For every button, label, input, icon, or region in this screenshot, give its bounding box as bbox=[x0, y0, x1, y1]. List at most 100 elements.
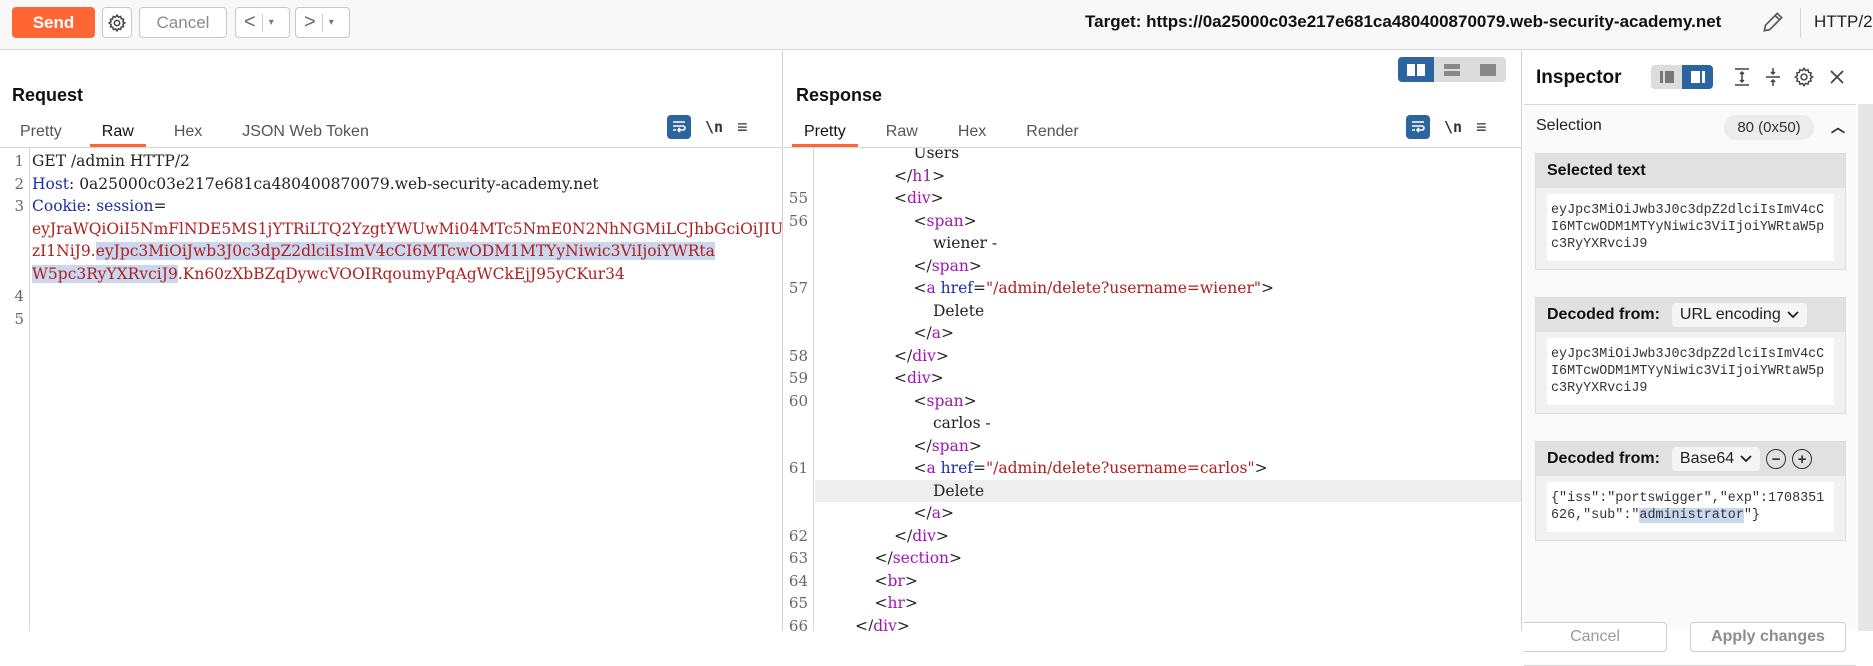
apply-changes-button[interactable]: Apply changes bbox=[1690, 622, 1846, 652]
tab-json-web-token[interactable]: JSON Web Token bbox=[222, 117, 389, 147]
back-button[interactable]: < ▾ bbox=[235, 7, 290, 38]
response-editor[interactable]: Users </h1> 55 <div> 56 <span> wiener - </span>… bbox=[784, 148, 1521, 631]
code-line[interactable]: 55 <div> bbox=[784, 187, 1521, 210]
code-line[interactable]: eyJraWQiOiI5NmFlNDE5MS1jYTRiLTQ2YzgtYWUw… bbox=[0, 218, 782, 241]
tab-pretty[interactable]: Pretty bbox=[0, 117, 82, 147]
line-number: 58 bbox=[788, 346, 808, 365]
inspector-dock-right-button[interactable] bbox=[1682, 65, 1713, 89]
code-line[interactable]: </a> bbox=[784, 322, 1521, 345]
decoded-url-value[interactable]: eyJpc3MiOiJwb3J0c3dpZ2dlciIsImV4cCI6MTcw… bbox=[1547, 338, 1834, 405]
code-line[interactable]: 4 bbox=[0, 285, 782, 308]
code-token: > bbox=[896, 616, 910, 632]
back-icon: < bbox=[244, 11, 256, 33]
code-line[interactable]: Delete bbox=[784, 300, 1521, 323]
code-line[interactable]: 57 <a href="/admin/delete?username=wiener… bbox=[784, 277, 1521, 300]
add-decoding-button[interactable]: + bbox=[1792, 449, 1813, 469]
code-token: </ bbox=[894, 346, 913, 365]
protocol-selector[interactable]: HTTP/2 bbox=[1814, 12, 1873, 32]
code-text: </span> bbox=[914, 255, 982, 278]
response-title: Response bbox=[796, 85, 883, 105]
code-line[interactable]: 59 <div> bbox=[784, 367, 1521, 390]
code-line[interactable]: 58 </div> bbox=[784, 345, 1521, 368]
inspector-scrollbar[interactable] bbox=[1858, 104, 1873, 631]
request-tabs: Pretty Raw Hex JSON Web Token bbox=[0, 117, 389, 147]
code-line[interactable]: carlos - bbox=[784, 412, 1521, 435]
tab-hex[interactable]: Hex bbox=[938, 117, 1006, 147]
inspector-layout-toggle bbox=[1651, 65, 1713, 89]
back-history-dropdown-icon[interactable]: ▾ bbox=[269, 17, 274, 28]
code-token: carlos - bbox=[933, 414, 991, 432]
code-line[interactable]: 65 <hr> bbox=[784, 592, 1521, 615]
word-wrap-toggle[interactable] bbox=[1406, 115, 1430, 139]
selection-section-header[interactable]: Selection 80 (0x50) ︿ bbox=[1536, 115, 1846, 141]
collapse-all-button[interactable] bbox=[1761, 65, 1785, 89]
code-line[interactable]: 3 Cookie: session= bbox=[0, 195, 782, 218]
forward-history-dropdown-icon[interactable]: ▾ bbox=[329, 17, 334, 28]
editor-menu-icon[interactable]: ≡ bbox=[737, 117, 748, 138]
selected-token: W5pc3RyYXRvciJ9 bbox=[32, 264, 178, 283]
code-line[interactable]: zI1NiJ9.eyJpc3MiOiJwb3J0c3dpZ2dlciIsImV4… bbox=[0, 240, 782, 263]
tab-raw[interactable]: Raw bbox=[866, 117, 938, 147]
code-text: <div> bbox=[894, 187, 944, 210]
code-line[interactable]: W5pc3RyYXRvciJ9.Kn60zXbBZqDywcVOOIRqoumy… bbox=[0, 263, 782, 286]
request-pane: Request Pretty Raw Hex JSON Web Token \n… bbox=[0, 51, 783, 631]
tab-hex[interactable]: Hex bbox=[154, 117, 222, 147]
close-inspector-button[interactable] bbox=[1825, 65, 1849, 89]
chevron-up-icon[interactable]: ︿ bbox=[1831, 117, 1845, 137]
remove-decoding-button[interactable]: − bbox=[1766, 449, 1787, 469]
code-line[interactable]: 64 <br> bbox=[784, 570, 1521, 593]
code-token: < bbox=[913, 211, 927, 230]
code-token: </ bbox=[894, 166, 913, 185]
inspector-settings-button[interactable] bbox=[1792, 65, 1816, 89]
request-editor[interactable]: 1 GET /admin HTTP/2 2 Host: 0a25000c03e217e… bbox=[0, 148, 782, 631]
line-number: 59 bbox=[788, 369, 808, 387]
decoded-base64-value[interactable]: {"iss":"portswigger","exp":1708351626,"s… bbox=[1547, 482, 1834, 532]
encoding-select-base64[interactable]: Base64 bbox=[1671, 447, 1761, 471]
edit-target-button[interactable] bbox=[1760, 9, 1786, 35]
code-line[interactable]: 5 bbox=[0, 308, 782, 331]
code-text: <span> bbox=[914, 210, 977, 233]
send-button[interactable]: Send bbox=[12, 7, 95, 38]
tab-raw[interactable]: Raw bbox=[82, 117, 154, 147]
line-number: 4 bbox=[14, 287, 24, 305]
selected-text-value[interactable]: eyJpc3MiOiJwb3J0c3dpZ2dlciIsImV4cCI6MTcw… bbox=[1547, 194, 1834, 261]
line-number: 5 bbox=[14, 309, 24, 328]
line-number: 62 bbox=[788, 526, 808, 545]
code-line[interactable]: 1 GET /admin HTTP/2 bbox=[0, 150, 782, 173]
code-line[interactable]: </h1> bbox=[784, 165, 1521, 188]
show-newlines-toggle[interactable]: \n bbox=[705, 118, 723, 136]
code-line[interactable]: </span> bbox=[784, 435, 1521, 458]
code-token: href bbox=[940, 279, 973, 297]
code-line[interactable]: 2 Host: 0a25000c03e217e681ca480400870079.… bbox=[0, 173, 782, 196]
cancel-button[interactable]: Cancel bbox=[139, 7, 227, 38]
code-token: a bbox=[931, 504, 941, 522]
forward-button[interactable]: > ▾ bbox=[295, 7, 350, 38]
tab-render[interactable]: Render bbox=[1006, 117, 1098, 147]
code-line[interactable]: </a> bbox=[784, 502, 1521, 525]
code-line[interactable]: wiener - bbox=[784, 232, 1521, 255]
code-line[interactable]: 62 </div> bbox=[784, 525, 1521, 548]
code-line[interactable]: </span> bbox=[784, 255, 1521, 278]
code-line[interactable]: 56 <span> bbox=[784, 210, 1521, 233]
expand-all-button[interactable] bbox=[1730, 65, 1754, 89]
editor-menu-icon[interactable]: ≡ bbox=[1476, 117, 1487, 138]
inspector-dock-left-button[interactable] bbox=[1651, 65, 1682, 89]
inspector-cancel-button[interactable]: Cancel bbox=[1524, 622, 1667, 652]
rows-icon bbox=[1444, 63, 1460, 76]
tab-pretty[interactable]: Pretty bbox=[784, 117, 866, 147]
code-line[interactable]: Delete bbox=[815, 479, 1521, 502]
layout-side-by-side-button[interactable] bbox=[1398, 57, 1434, 82]
code-text: eyJraWQiOiI5NmFlNDE5MS1jYTRiLTQ2YzgtYWUw… bbox=[32, 218, 782, 241]
code-line[interactable]: Users bbox=[784, 148, 1521, 165]
code-line[interactable]: 60 <span> bbox=[784, 390, 1521, 413]
code-line[interactable]: 66 </div> bbox=[784, 615, 1521, 632]
layout-single-button[interactable] bbox=[1470, 57, 1506, 82]
code-line[interactable]: 63 </section> bbox=[784, 547, 1521, 570]
layout-stacked-button[interactable] bbox=[1434, 57, 1470, 82]
encoding-select-url[interactable]: URL encoding bbox=[1671, 303, 1807, 327]
code-line[interactable]: 61 <a href="/admin/delete?username=carlos… bbox=[784, 457, 1521, 480]
settings-button[interactable] bbox=[102, 7, 132, 38]
show-newlines-toggle[interactable]: \n bbox=[1444, 118, 1462, 136]
code-token: : 0a25000c03e217e681ca480400870079.web-s… bbox=[69, 174, 599, 193]
word-wrap-toggle[interactable] bbox=[667, 115, 691, 139]
